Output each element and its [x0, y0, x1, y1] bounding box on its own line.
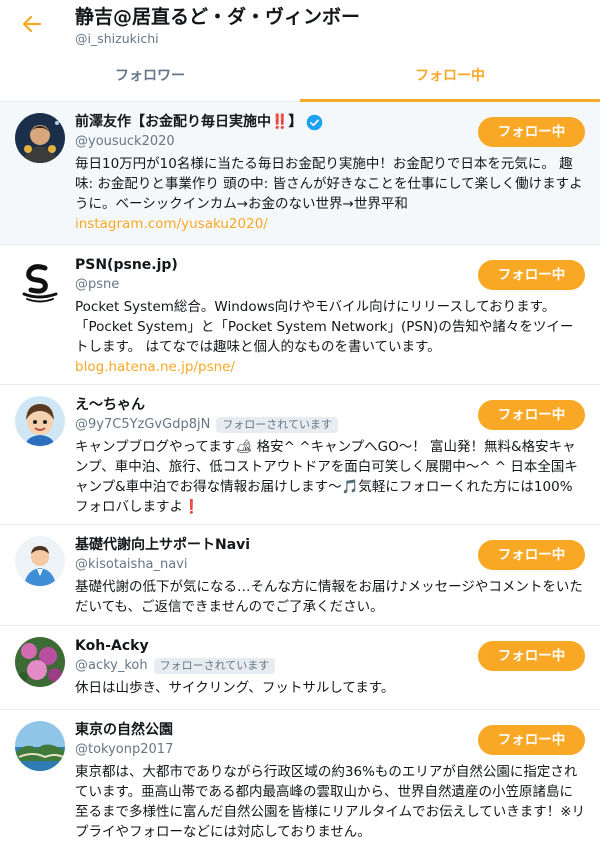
user-bio: 東京都は、大都市でありながら行政区域の約36%ものエリアが自然公園に指定されてい…	[75, 764, 586, 840]
user-handle: @kisotaisha_navi	[75, 557, 188, 572]
psn-logo-icon	[15, 256, 65, 306]
verified-badge-icon	[307, 114, 323, 131]
user-name-text: え～ちゃん	[75, 397, 145, 413]
user-handle: @acky_koh	[75, 658, 148, 673]
user-name-text: 基礎代謝向上サポートNavi	[75, 537, 251, 553]
follows-you-badge: フォローされています	[153, 657, 276, 674]
user-bio: Pocket System総合。Windows向けやモバイル向けにリリースしてお…	[75, 299, 574, 355]
user-display-name[interactable]: 東京の自然公園	[75, 720, 465, 740]
avatar-image-icon	[15, 113, 65, 163]
user-link[interactable]: blog.hatena.ne.jp/psne/	[75, 357, 586, 377]
user-name-text: 前澤友作【お金配り毎日実施中‼️】	[75, 114, 303, 130]
user-bio: 基礎代謝の低下が気になる…そんな方に情報をお届け♪メッセージやコメントをいただい…	[75, 579, 583, 615]
tab-followers[interactable]: フォロワー	[0, 52, 300, 101]
follows-you-badge: フォローされています	[216, 416, 338, 433]
list-item[interactable]: PSN(psne.jp) @psne Pocket System総合。Windo…	[0, 245, 600, 385]
user-bio: 休日は山歩き、サイクリング、フットサルしてます。	[75, 680, 395, 696]
avatar[interactable]	[15, 113, 65, 163]
nature-photo-icon	[15, 721, 65, 771]
profile-display-name: 静吉@居直るど・ダ・ヴィンボー	[75, 6, 361, 28]
user-handle: @psne	[75, 277, 120, 292]
avatar[interactable]	[15, 536, 65, 586]
user-handle: @tokyonp2017	[75, 742, 174, 757]
user-name-text: Koh-Acky	[75, 638, 149, 654]
following-button[interactable]: フォロー中	[478, 641, 585, 671]
following-button[interactable]: フォロー中	[478, 725, 585, 755]
avatar-image-icon	[15, 536, 65, 586]
user-display-name[interactable]: え～ちゃん	[75, 395, 465, 415]
tab-following[interactable]: フォロー中	[300, 52, 600, 102]
user-display-name[interactable]: 前澤友作【お金配り毎日実施中‼️】	[75, 112, 465, 132]
user-bio: 毎日10万円が10名様に当たる毎日お金配り実施中！お金配りで日本を元気に。 趣味…	[75, 156, 583, 212]
list-item[interactable]: 基礎代謝向上サポートNavi @kisotaisha_navi 基礎代謝の低下が…	[0, 525, 600, 626]
profile-header: 静吉@居直るど・ダ・ヴィンボー @i_shizukichi	[0, 0, 600, 52]
follow-tabs: フォロワー フォロー中	[0, 52, 600, 102]
avatar[interactable]	[15, 637, 65, 687]
list-item[interactable]: え～ちゃん @9y7C5YzGvGdp8jN フォローされています キャンプブロ…	[0, 385, 600, 525]
following-button[interactable]: フォロー中	[478, 260, 585, 290]
user-name-text: 東京の自然公園	[75, 722, 173, 738]
following-button[interactable]: フォロー中	[478, 117, 585, 147]
profile-handle: @i_shizukichi	[75, 31, 159, 46]
following-list: 前澤友作【お金配り毎日実施中‼️】 @yousuck2020 毎日10万円が10…	[0, 102, 600, 866]
user-handle: @9y7C5YzGvGdp8jN	[75, 417, 211, 432]
user-display-name[interactable]: 基礎代謝向上サポートNavi	[75, 535, 465, 555]
flower-photo-icon	[15, 637, 65, 687]
user-bio: キャンプブログやってます🏕 格安^ ^キャンプへGO～！ 富山発！無料&格安キャ…	[75, 439, 578, 515]
avatar[interactable]	[15, 396, 65, 446]
avatar[interactable]	[15, 256, 65, 306]
user-handle: @yousuck2020	[75, 134, 175, 149]
list-item[interactable]: 前澤友作【お金配り毎日実施中‼️】 @yousuck2020 毎日10万円が10…	[0, 102, 600, 245]
user-display-name[interactable]: PSN(psne.jp)	[75, 255, 465, 275]
avatar-image-icon	[15, 396, 65, 446]
back-arrow-icon[interactable]	[20, 12, 44, 36]
following-button[interactable]: フォロー中	[478, 540, 585, 570]
list-item[interactable]: 東京の自然公園 @tokyonp2017 東京都は、大都市でありながら行政区域の…	[0, 710, 600, 866]
list-item[interactable]: Koh-Acky @acky_koh フォローされています 休日は山歩き、サイク…	[0, 626, 600, 710]
following-button[interactable]: フォロー中	[478, 400, 585, 430]
avatar[interactable]	[15, 721, 65, 771]
header-text: 静吉@居直るど・ダ・ヴィンボー @i_shizukichi	[75, 5, 360, 47]
user-name-text: PSN(psne.jp)	[75, 257, 178, 273]
user-display-name[interactable]: Koh-Acky	[75, 636, 465, 656]
user-link[interactable]: instagram.com/yusaku2020/	[75, 214, 586, 234]
